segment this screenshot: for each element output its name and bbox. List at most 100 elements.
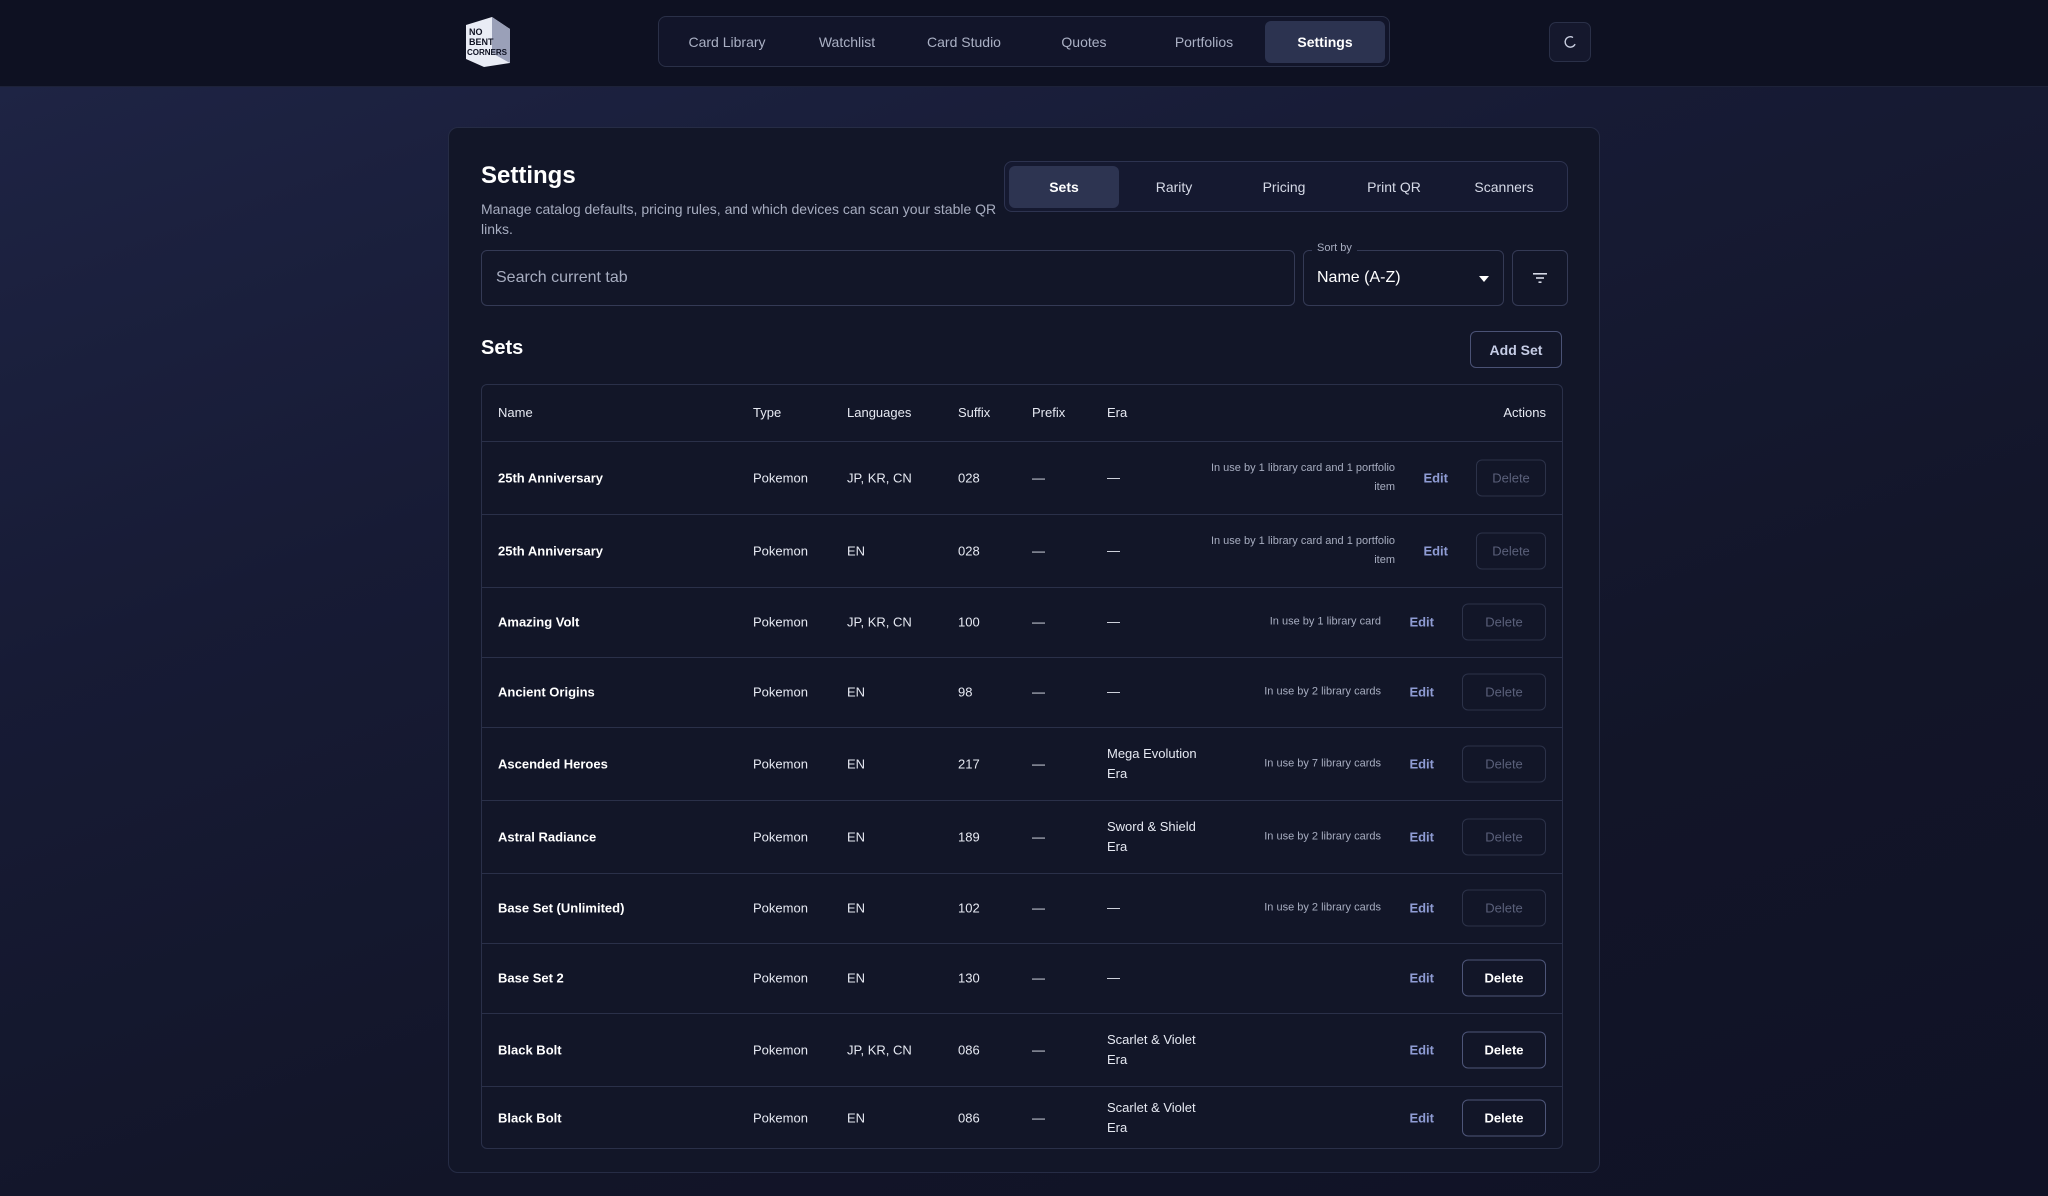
usage-note: In use by 2 library cards — [1264, 901, 1381, 914]
set-prefix: — — [1032, 684, 1045, 700]
set-era: Scarlet & Violet Era — [1107, 1031, 1196, 1067]
table-row: Amazing Volt Pokemon JP, KR, CN 100 — — In use… — [482, 587, 1562, 658]
header-prefix[interactable]: Prefix — [1032, 405, 1065, 420]
set-suffix: 130 — [958, 970, 980, 986]
usage-note: In use by 2 library cards — [1264, 830, 1381, 842]
header-suffix[interactable]: Suffix — [958, 405, 990, 420]
edit-button[interactable]: Edit — [1409, 685, 1434, 700]
table-row: Ascended Heroes Pokemon EN 217 — Mega Evoluti… — [482, 727, 1562, 801]
edit-button[interactable]: Edit — [1409, 1042, 1434, 1057]
set-suffix: 102 — [958, 900, 980, 916]
tab-rarity[interactable]: Rarity — [1119, 166, 1229, 208]
set-languages: EN — [847, 543, 866, 558]
set-name: Ascended Heroes — [498, 756, 608, 771]
brand-logo[interactable]: NO BENT CORNERS — [462, 15, 514, 69]
nav-portfolios[interactable]: Portfolios — [1143, 21, 1265, 63]
set-type: Pokemon — [753, 1042, 808, 1057]
set-prefix: — — [1032, 756, 1045, 771]
delete-button: Delete — [1476, 459, 1546, 496]
tab-print-qr[interactable]: Print QR — [1339, 166, 1449, 208]
set-languages: EN — [847, 900, 866, 916]
set-languages: EN — [847, 684, 866, 700]
set-prefix: — — [1032, 900, 1045, 916]
usage-note: In use by 1 library card and 1 portfolio… — [1210, 534, 1395, 566]
sort-select[interactable]: Sort by Name (A-Z) — [1303, 242, 1504, 306]
set-name: Amazing Volt — [498, 614, 580, 630]
nav-card-library[interactable]: Card Library — [663, 21, 791, 63]
set-era: — — [1107, 684, 1120, 699]
set-name: 25th Anniversary — [498, 543, 604, 558]
set-prefix: — — [1032, 614, 1045, 630]
set-type: Pokemon — [753, 684, 808, 700]
delete-button: Delete — [1462, 673, 1546, 711]
set-languages: JP, KR, CN — [847, 470, 912, 485]
table-row: 25th Anniversary Pokemon EN 028 — — In use by … — [482, 514, 1562, 588]
set-prefix: — — [1032, 829, 1045, 844]
header-languages[interactable]: Languages — [847, 405, 911, 420]
set-name: Base Set 2 — [498, 970, 564, 986]
set-languages: EN — [847, 756, 866, 771]
caret-down-icon — [1479, 276, 1489, 282]
usage-note: In use by 1 library card and 1 portfolio… — [1210, 461, 1395, 493]
edit-button[interactable]: Edit — [1409, 901, 1434, 916]
header-era[interactable]: Era — [1107, 405, 1127, 420]
page-title: Settings — [481, 162, 576, 189]
top-navigation-bar: NO BENT CORNERS Card Library Watchlist C… — [0, 0, 2048, 87]
logo-line-3: CORNERS — [467, 48, 508, 57]
table-row: Ancient Origins Pokemon EN 98 — — In use by 2 … — [482, 657, 1562, 728]
edit-button[interactable]: Edit — [1423, 543, 1448, 558]
sets-table: Name Type Languages Suffix Prefix Era Ac… — [481, 384, 1563, 1149]
tab-pricing[interactable]: Pricing — [1229, 166, 1339, 208]
edit-button[interactable]: Edit — [1409, 971, 1434, 986]
header-type[interactable]: Type — [753, 405, 781, 420]
logo-line-1: NO — [469, 27, 483, 37]
moon-icon — [1564, 36, 1576, 48]
tab-scanners[interactable]: Scanners — [1449, 166, 1559, 208]
set-suffix: 028 — [958, 543, 980, 558]
usage-note: In use by 1 library card — [1269, 615, 1381, 628]
search-input[interactable] — [481, 250, 1295, 306]
edit-button[interactable]: Edit — [1409, 756, 1434, 771]
delete-button[interactable]: Delete — [1462, 1031, 1546, 1068]
settings-tabs: Sets Rarity Pricing Print QR Scanners — [1004, 161, 1568, 212]
set-type: Pokemon — [753, 1110, 808, 1125]
add-set-button[interactable]: Add Set — [1470, 331, 1562, 368]
set-languages: JP, KR, CN — [847, 614, 912, 630]
sort-value: Name (A-Z) — [1317, 269, 1401, 286]
theme-toggle-button[interactable] — [1549, 22, 1591, 62]
filter-icon — [1533, 273, 1547, 283]
delete-button: Delete — [1462, 745, 1546, 782]
set-type: Pokemon — [753, 829, 808, 844]
set-prefix: — — [1032, 1110, 1045, 1125]
filter-button[interactable] — [1512, 250, 1568, 306]
page-subtitle: Manage catalog defaults, pricing rules, … — [481, 201, 997, 237]
nav-watchlist[interactable]: Watchlist — [791, 21, 903, 63]
logo-line-2: BENT — [469, 37, 494, 47]
delete-button: Delete — [1462, 818, 1546, 855]
set-type: Pokemon — [753, 756, 808, 771]
set-name: Base Set (Unlimited) — [498, 900, 625, 916]
set-type: Pokemon — [753, 900, 808, 916]
nav-quotes[interactable]: Quotes — [1025, 21, 1143, 63]
table-row: Black Bolt Pokemon EN 086 — Scarlet & Violet … — [482, 1086, 1562, 1148]
set-prefix: — — [1032, 1042, 1045, 1057]
table-header: Name Type Languages Suffix Prefix Era Ac… — [482, 385, 1562, 442]
delete-button[interactable]: Delete — [1462, 1099, 1546, 1136]
nav-card-studio[interactable]: Card Studio — [903, 21, 1025, 63]
set-name: Astral Radiance — [498, 829, 597, 844]
tab-sets[interactable]: Sets — [1009, 165, 1119, 208]
set-languages: JP, KR, CN — [847, 1042, 912, 1057]
table-row: Base Set (Unlimited) Pokemon EN 102 — — In use… — [482, 873, 1562, 944]
nav-settings[interactable]: Settings — [1265, 20, 1385, 63]
set-suffix: 028 — [958, 470, 980, 485]
set-suffix: 217 — [958, 756, 980, 771]
set-era: — — [1107, 970, 1120, 985]
edit-button[interactable]: Edit — [1423, 470, 1448, 485]
delete-button[interactable]: Delete — [1462, 959, 1546, 997]
edit-button[interactable]: Edit — [1409, 829, 1434, 844]
edit-button[interactable]: Edit — [1409, 1110, 1434, 1125]
header-name[interactable]: Name — [498, 405, 533, 420]
set-suffix: 100 — [958, 614, 980, 630]
edit-button[interactable]: Edit — [1409, 615, 1434, 630]
set-name: 25th Anniversary — [498, 470, 604, 485]
